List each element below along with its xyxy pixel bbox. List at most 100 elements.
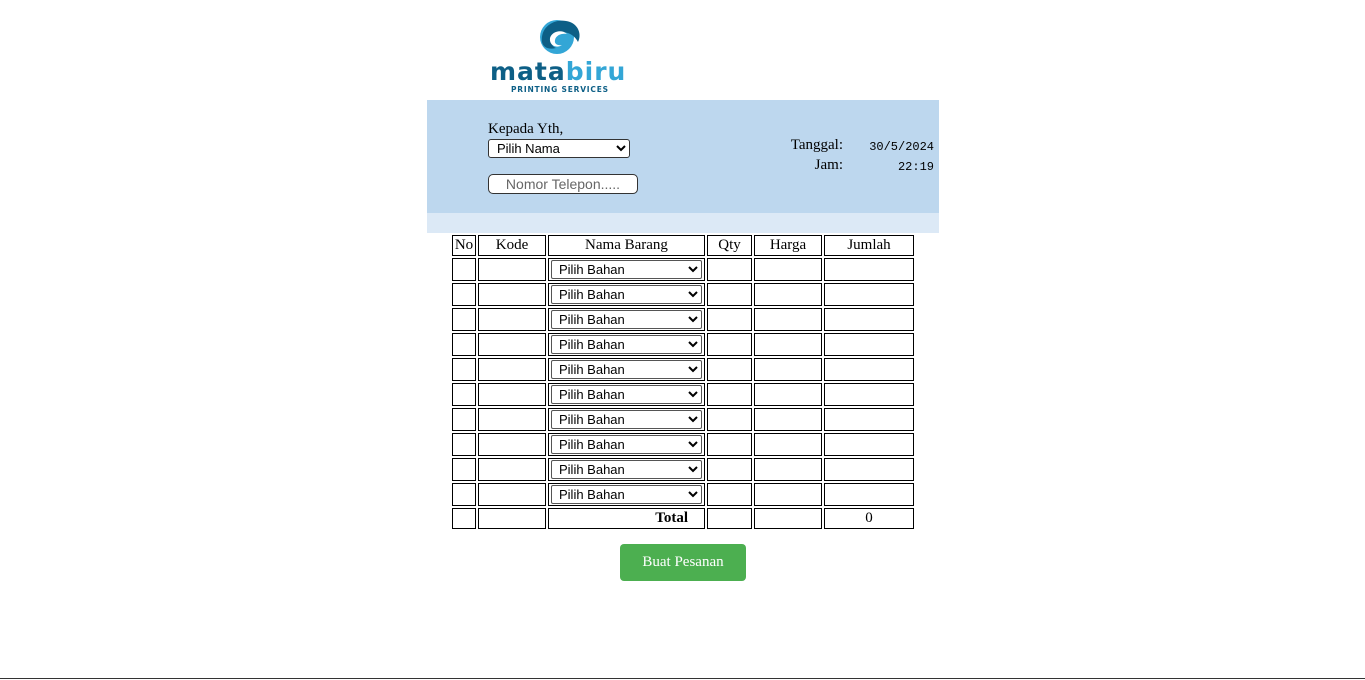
header-strip bbox=[427, 213, 939, 233]
total-kode-cell bbox=[478, 508, 546, 529]
qty-cell bbox=[707, 333, 752, 356]
col-jumlah: Jumlah bbox=[824, 235, 914, 256]
qty-cell bbox=[707, 483, 752, 506]
bahan-select[interactable]: Pilih Bahan bbox=[551, 310, 702, 329]
harga-cell bbox=[754, 283, 822, 306]
nama-barang-cell: Pilih Bahan bbox=[548, 333, 705, 356]
qty-cell bbox=[707, 283, 752, 306]
col-harga: Harga bbox=[754, 235, 822, 256]
bahan-select[interactable]: Pilih Bahan bbox=[551, 260, 702, 279]
no-cell bbox=[452, 308, 476, 331]
bottom-divider bbox=[0, 678, 1365, 679]
col-nama-barang: Nama Barang bbox=[548, 235, 705, 256]
jumlah-cell bbox=[824, 358, 914, 381]
kode-cell bbox=[478, 358, 546, 381]
nama-barang-cell: Pilih Bahan bbox=[548, 433, 705, 456]
wave-logo-icon bbox=[540, 20, 580, 54]
total-value: 0 bbox=[824, 508, 914, 529]
nama-barang-cell: Pilih Bahan bbox=[548, 258, 705, 281]
tanggal-value: 30/5/2024 bbox=[869, 140, 934, 154]
harga-cell bbox=[754, 408, 822, 431]
qty-cell bbox=[707, 408, 752, 431]
no-cell bbox=[452, 408, 476, 431]
order-table: No Kode Nama Barang Qty Harga Jumlah Pil… bbox=[450, 233, 916, 531]
brand-tagline: PRINTING SERVICES bbox=[511, 85, 609, 94]
qty-cell bbox=[707, 383, 752, 406]
table-row: Pilih Bahan bbox=[452, 433, 914, 456]
harga-cell bbox=[754, 358, 822, 381]
harga-cell bbox=[754, 383, 822, 406]
bahan-select[interactable]: Pilih Bahan bbox=[551, 360, 702, 379]
jumlah-cell bbox=[824, 433, 914, 456]
buat-pesanan-button[interactable]: Buat Pesanan bbox=[620, 544, 746, 581]
nama-barang-cell: Pilih Bahan bbox=[548, 383, 705, 406]
table-row: Pilih Bahan bbox=[452, 308, 914, 331]
harga-cell bbox=[754, 333, 822, 356]
total-qty-cell bbox=[707, 508, 752, 529]
qty-cell bbox=[707, 458, 752, 481]
jumlah-cell bbox=[824, 308, 914, 331]
no-cell bbox=[452, 483, 476, 506]
harga-cell bbox=[754, 458, 822, 481]
phone-input[interactable] bbox=[488, 174, 638, 194]
table-row: Pilih Bahan bbox=[452, 408, 914, 431]
nama-barang-cell: Pilih Bahan bbox=[548, 408, 705, 431]
total-row: Total 0 bbox=[452, 508, 914, 529]
nama-barang-cell: Pilih Bahan bbox=[548, 483, 705, 506]
kode-cell bbox=[478, 433, 546, 456]
nama-barang-cell: Pilih Bahan bbox=[548, 458, 705, 481]
jam-value: 22:19 bbox=[897, 160, 934, 174]
kode-cell bbox=[478, 333, 546, 356]
no-cell bbox=[452, 283, 476, 306]
col-kode: Kode bbox=[478, 235, 546, 256]
nama-barang-cell: Pilih Bahan bbox=[548, 308, 705, 331]
bahan-select[interactable]: Pilih Bahan bbox=[551, 485, 702, 504]
brand-name-part2: biru bbox=[565, 57, 627, 86]
table-row: Pilih Bahan bbox=[452, 483, 914, 506]
nama-barang-cell: Pilih Bahan bbox=[548, 358, 705, 381]
table-row: Pilih Bahan bbox=[452, 283, 914, 306]
jumlah-cell bbox=[824, 283, 914, 306]
harga-cell bbox=[754, 258, 822, 281]
no-cell bbox=[452, 383, 476, 406]
total-no-cell bbox=[452, 508, 476, 529]
total-label: Total bbox=[548, 508, 705, 529]
matabiru-logo: matabiru PRINTING SERVICES bbox=[490, 14, 625, 96]
col-qty: Qty bbox=[707, 235, 752, 256]
harga-cell bbox=[754, 308, 822, 331]
no-cell bbox=[452, 258, 476, 281]
total-harga-cell bbox=[754, 508, 822, 529]
jumlah-cell bbox=[824, 408, 914, 431]
jumlah-cell bbox=[824, 458, 914, 481]
kode-cell bbox=[478, 408, 546, 431]
bahan-select[interactable]: Pilih Bahan bbox=[551, 385, 702, 404]
qty-cell bbox=[707, 433, 752, 456]
kode-cell bbox=[478, 483, 546, 506]
bahan-select[interactable]: Pilih Bahan bbox=[551, 410, 702, 429]
kode-cell bbox=[478, 258, 546, 281]
bahan-select[interactable]: Pilih Bahan bbox=[551, 460, 702, 479]
nama-select[interactable]: Pilih Nama bbox=[488, 139, 630, 158]
kode-cell bbox=[478, 458, 546, 481]
qty-cell bbox=[707, 358, 752, 381]
qty-cell bbox=[707, 308, 752, 331]
col-no: No bbox=[452, 235, 476, 256]
no-cell bbox=[452, 358, 476, 381]
kepada-label: Kepada Yth, bbox=[488, 121, 564, 137]
bahan-select[interactable]: Pilih Bahan bbox=[551, 335, 702, 354]
jam-label: Jam: bbox=[814, 157, 843, 173]
bahan-select[interactable]: Pilih Bahan bbox=[551, 435, 702, 454]
table-row: Pilih Bahan bbox=[452, 333, 914, 356]
jumlah-cell bbox=[824, 483, 914, 506]
bahan-select[interactable]: Pilih Bahan bbox=[551, 285, 702, 304]
brand-name-part1: mata bbox=[490, 57, 566, 86]
brand-name: matabiru bbox=[490, 57, 626, 87]
table-header-row: No Kode Nama Barang Qty Harga Jumlah bbox=[452, 235, 914, 256]
table-row: Pilih Bahan bbox=[452, 358, 914, 381]
table-row: Pilih Bahan bbox=[452, 383, 914, 406]
harga-cell bbox=[754, 433, 822, 456]
nama-barang-cell: Pilih Bahan bbox=[548, 283, 705, 306]
qty-cell bbox=[707, 258, 752, 281]
kode-cell bbox=[478, 283, 546, 306]
table-row: Pilih Bahan bbox=[452, 458, 914, 481]
